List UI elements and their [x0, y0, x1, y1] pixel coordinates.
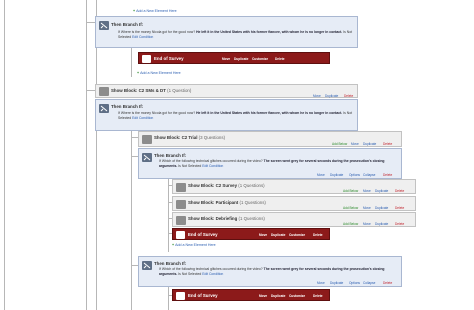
- branch-condition: If Where is the money Nicola got for the…: [118, 30, 353, 39]
- duplicate-button[interactable]: Duplicate: [375, 206, 388, 210]
- delete-button[interactable]: Delete: [395, 189, 404, 193]
- delete-button[interactable]: Delete: [383, 142, 392, 146]
- add-below-button[interactable]: Add Below: [343, 189, 358, 193]
- block-participant: Show Block: Participant (1 Questions) Ad…: [172, 196, 416, 211]
- delete-button[interactable]: Delete: [395, 206, 404, 210]
- edit-condition-link[interactable]: Edit Condition: [132, 116, 153, 120]
- move-button[interactable]: Move: [259, 294, 267, 298]
- collapse-button[interactable]: Collapse: [363, 281, 375, 285]
- duplicate-button[interactable]: Duplicate: [363, 142, 376, 146]
- move-button[interactable]: Move: [317, 281, 325, 285]
- tree-line-level-2: [96, 0, 97, 97]
- duplicate-button[interactable]: Duplicate: [325, 94, 338, 98]
- duplicate-button[interactable]: Duplicate: [330, 173, 343, 177]
- duplicate-button[interactable]: Duplicate: [234, 57, 248, 61]
- add-below-button[interactable]: Add Below: [343, 206, 358, 210]
- branch-icon: [142, 153, 152, 162]
- customize-button[interactable]: Customize: [252, 57, 268, 61]
- tree-line-level-1: [86, 0, 87, 310]
- tree-line-level-3: [131, 45, 132, 77]
- tree-connector: [131, 137, 138, 138]
- block-icon: [142, 135, 152, 144]
- move-button[interactable]: Move: [313, 94, 321, 98]
- tree-connector: [131, 265, 138, 266]
- delete-button[interactable]: Delete: [383, 281, 392, 285]
- plus-icon: +: [172, 243, 175, 247]
- options-button[interactable]: Options: [349, 281, 360, 285]
- move-button[interactable]: Move: [351, 142, 359, 146]
- branch-condition: If Which of the following technical glit…: [159, 159, 385, 168]
- branch-icon: [99, 104, 109, 113]
- end-of-survey-icon: [142, 55, 151, 63]
- move-button[interactable]: Move: [363, 206, 371, 210]
- collapse-button[interactable]: Collapse: [363, 173, 375, 177]
- end-of-survey-element: End of Survey Move Duplicate Customize D…: [172, 289, 330, 301]
- plus-icon: +: [133, 9, 136, 13]
- block-icon: [176, 200, 186, 209]
- edit-condition-link[interactable]: Edit Condition: [202, 272, 223, 276]
- end-of-survey-element: End of Survey Move Duplicate Customize D…: [138, 52, 330, 64]
- delete-button[interactable]: Delete: [344, 94, 353, 98]
- block-icon: [99, 87, 109, 96]
- add-below-button[interactable]: Add Below: [343, 222, 358, 226]
- options-button[interactable]: Options: [349, 173, 360, 177]
- duplicate-button[interactable]: Duplicate: [330, 281, 343, 285]
- move-button[interactable]: Move: [317, 173, 325, 177]
- move-button[interactable]: Move: [222, 57, 230, 61]
- delete-button[interactable]: Delete: [275, 57, 285, 61]
- customize-button[interactable]: Customize: [289, 294, 305, 298]
- duplicate-button[interactable]: Duplicate: [375, 222, 388, 226]
- branch-panel: Then Branch If: If Where is the money Ni…: [95, 16, 358, 48]
- branch-panel: Then Branch If: If Where is the money Ni…: [95, 99, 358, 131]
- block-icon: [176, 216, 186, 225]
- block-c2-sms-dt: Show Block: C2 SMs & DT (1 Question) Mov…: [95, 84, 358, 98]
- block-c2-trial: Show Block: C2 Trial (3 Questions) Add B…: [138, 131, 402, 147]
- move-button[interactable]: Move: [363, 189, 371, 193]
- end-of-survey-element: End of Survey Move Duplicate Customize D…: [172, 228, 330, 240]
- move-button[interactable]: Move: [259, 233, 267, 237]
- move-button[interactable]: Move: [363, 222, 371, 226]
- duplicate-button[interactable]: Duplicate: [375, 189, 388, 193]
- branch-icon: [99, 21, 109, 30]
- delete-button[interactable]: Delete: [313, 294, 323, 298]
- block-debriefing: Show Block: Debriefing (1 Questions) Add…: [172, 212, 416, 227]
- add-new-element-link[interactable]: +Add a New Element Here: [137, 71, 181, 75]
- customize-button[interactable]: Customize: [289, 233, 305, 237]
- delete-button[interactable]: Delete: [313, 233, 323, 237]
- end-of-survey-icon: [176, 292, 185, 300]
- branch-icon: [142, 261, 152, 270]
- tree-line-level-4: [168, 172, 169, 252]
- duplicate-button[interactable]: Duplicate: [271, 233, 285, 237]
- branch-panel: Then Branch If: If Which of the followin…: [138, 256, 402, 287]
- tree-connector: [131, 156, 138, 157]
- branch-panel: Then Branch If: If Which of the followin…: [138, 148, 402, 179]
- branch-condition: If Which of the following technical glit…: [159, 267, 385, 276]
- block-c2-survey: Show Block: C2 Survey (1 Questions) Add …: [172, 179, 416, 194]
- edit-condition-link[interactable]: Edit Condition: [202, 164, 223, 168]
- delete-button[interactable]: Delete: [395, 222, 404, 226]
- edit-condition-link[interactable]: Edit Condition: [132, 35, 153, 39]
- tree-line-level-2b: [96, 120, 97, 310]
- delete-button[interactable]: Delete: [383, 173, 392, 177]
- end-of-survey-icon: [176, 231, 185, 239]
- tree-line-outer: [4, 0, 5, 310]
- branch-title: Then Branch If:: [111, 22, 144, 27]
- branch-condition: If Where is the money Nicola got for the…: [118, 111, 353, 120]
- block-icon: [176, 183, 186, 192]
- add-below-button[interactable]: Add Below: [332, 142, 347, 146]
- duplicate-button[interactable]: Duplicate: [271, 294, 285, 298]
- add-new-element-link[interactable]: +Add a New Element Here: [172, 243, 216, 247]
- plus-icon: +: [137, 71, 140, 75]
- add-new-element-link[interactable]: +Add a New Element Here: [133, 9, 177, 13]
